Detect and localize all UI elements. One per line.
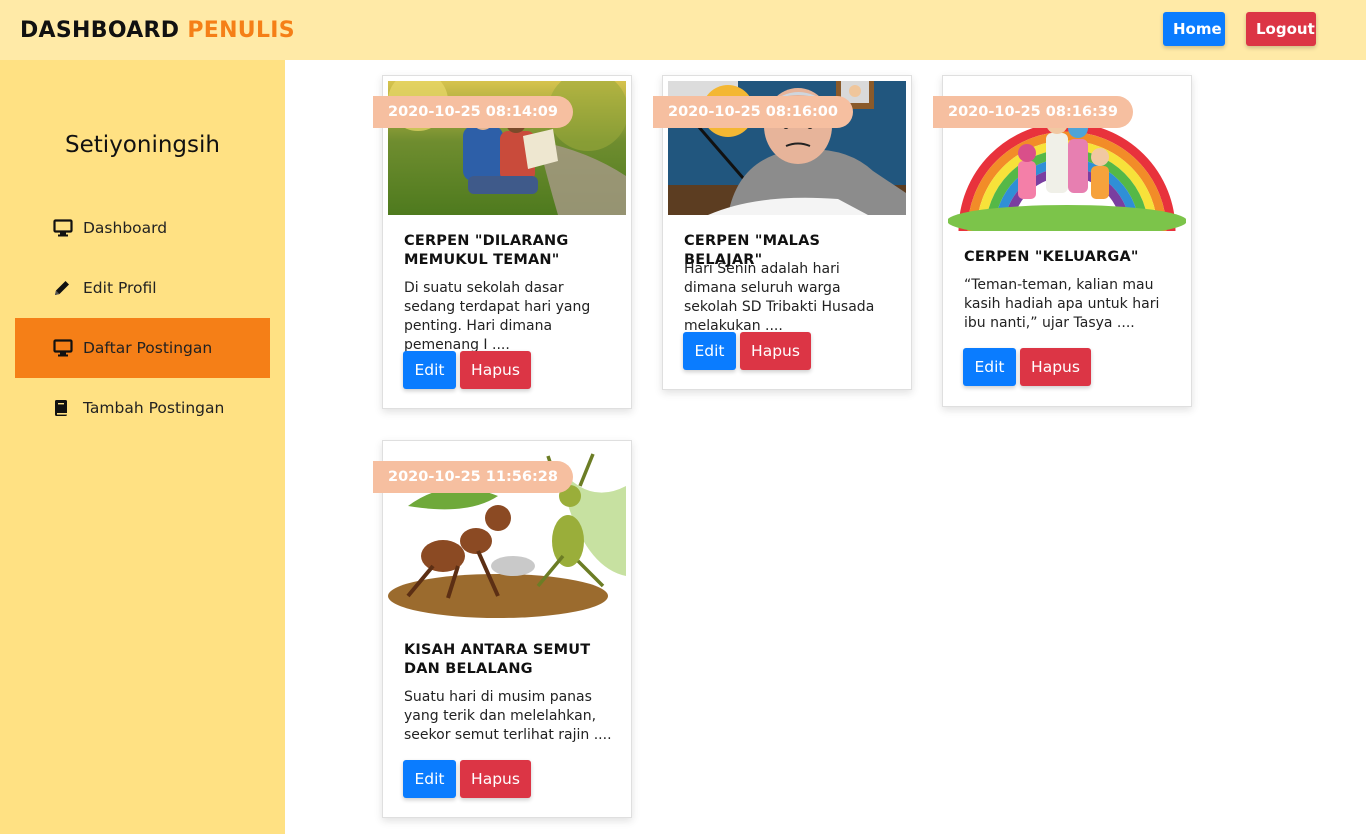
pencil-icon [53,279,77,297]
post-title: CERPEN "KELUARGA" [964,249,1139,265]
brand-penulis: PENULIS [187,18,295,43]
sidebar-item-dashboard[interactable]: Dashboard [15,198,270,258]
post-excerpt: Di suatu sekolah dasar sedang terdapat h… [404,280,591,353]
post-card: 2020-10-25 08:16:00 CERPEN "MALAS BELAJA… [653,75,912,390]
sidebar-item-label: Tambah Postingan [83,399,225,417]
sidebar-item-edit-profil[interactable]: Edit Profil [15,258,270,318]
app-brand: DASHBOARD PENULIS [20,18,295,43]
post-card: 2020-10-25 08:16:39 CERPEN "KELUARGA" “T… [933,75,1192,407]
edit-post-button[interactable]: Edit [403,760,456,798]
sidebar-item-daftar-postingan[interactable]: Daftar Postingan [15,318,270,378]
delete-post-button[interactable]: Hapus [460,351,531,389]
top-navbar: DASHBOARD PENULIS Home Logout [0,0,1366,60]
post-date-badge: 2020-10-25 11:56:28 [373,461,573,493]
sidebar-item-label: Edit Profil [83,279,157,297]
post-excerpt: Suatu hari di musim panas yang terik dan… [404,689,612,743]
sidebar-item-label: Dashboard [83,219,168,237]
book-icon [53,399,77,417]
delete-post-button[interactable]: Hapus [740,332,811,370]
delete-post-button[interactable]: Hapus [460,760,531,798]
brand-dashboard: DASHBOARD [20,18,180,43]
delete-post-button[interactable]: Hapus [1020,348,1091,386]
post-title: CERPEN "DILARANG MEMUKUL TEMAN" [404,233,569,268]
post-title: KISAH ANTARA SEMUT DAN BELALANG [404,642,591,677]
sidebar-item-label: Daftar Postingan [83,339,213,357]
post-card: 2020-10-25 08:14:09 CERPEN "DILARANG MEM… [373,75,632,409]
post-date-badge: 2020-10-25 08:16:39 [933,96,1133,128]
sidebar: Setiyoningsih Dashboard Edit Profil Daft… [0,60,285,834]
post-excerpt: “Teman-teman, kalian mau kasih hadiah ap… [964,277,1160,331]
sidebar-user-name: Setiyoningsih [65,132,220,158]
edit-post-button[interactable]: Edit [683,332,736,370]
edit-post-button[interactable]: Edit [403,351,456,389]
edit-post-button[interactable]: Edit [963,348,1016,386]
sidebar-item-tambah-postingan[interactable]: Tambah Postingan [15,378,270,438]
post-date-badge: 2020-10-25 08:16:00 [653,96,853,128]
monitor-icon [53,339,77,357]
logout-button[interactable]: Logout [1246,12,1316,46]
post-excerpt: Hari Senin adalah hari dimana seluruh wa… [684,261,875,334]
home-button[interactable]: Home [1163,12,1225,46]
post-date-badge: 2020-10-25 08:14:09 [373,96,573,128]
post-card: 2020-10-25 11:56:28 KISAH ANTARA SEMUT D… [373,440,632,818]
monitor-icon [53,219,77,237]
